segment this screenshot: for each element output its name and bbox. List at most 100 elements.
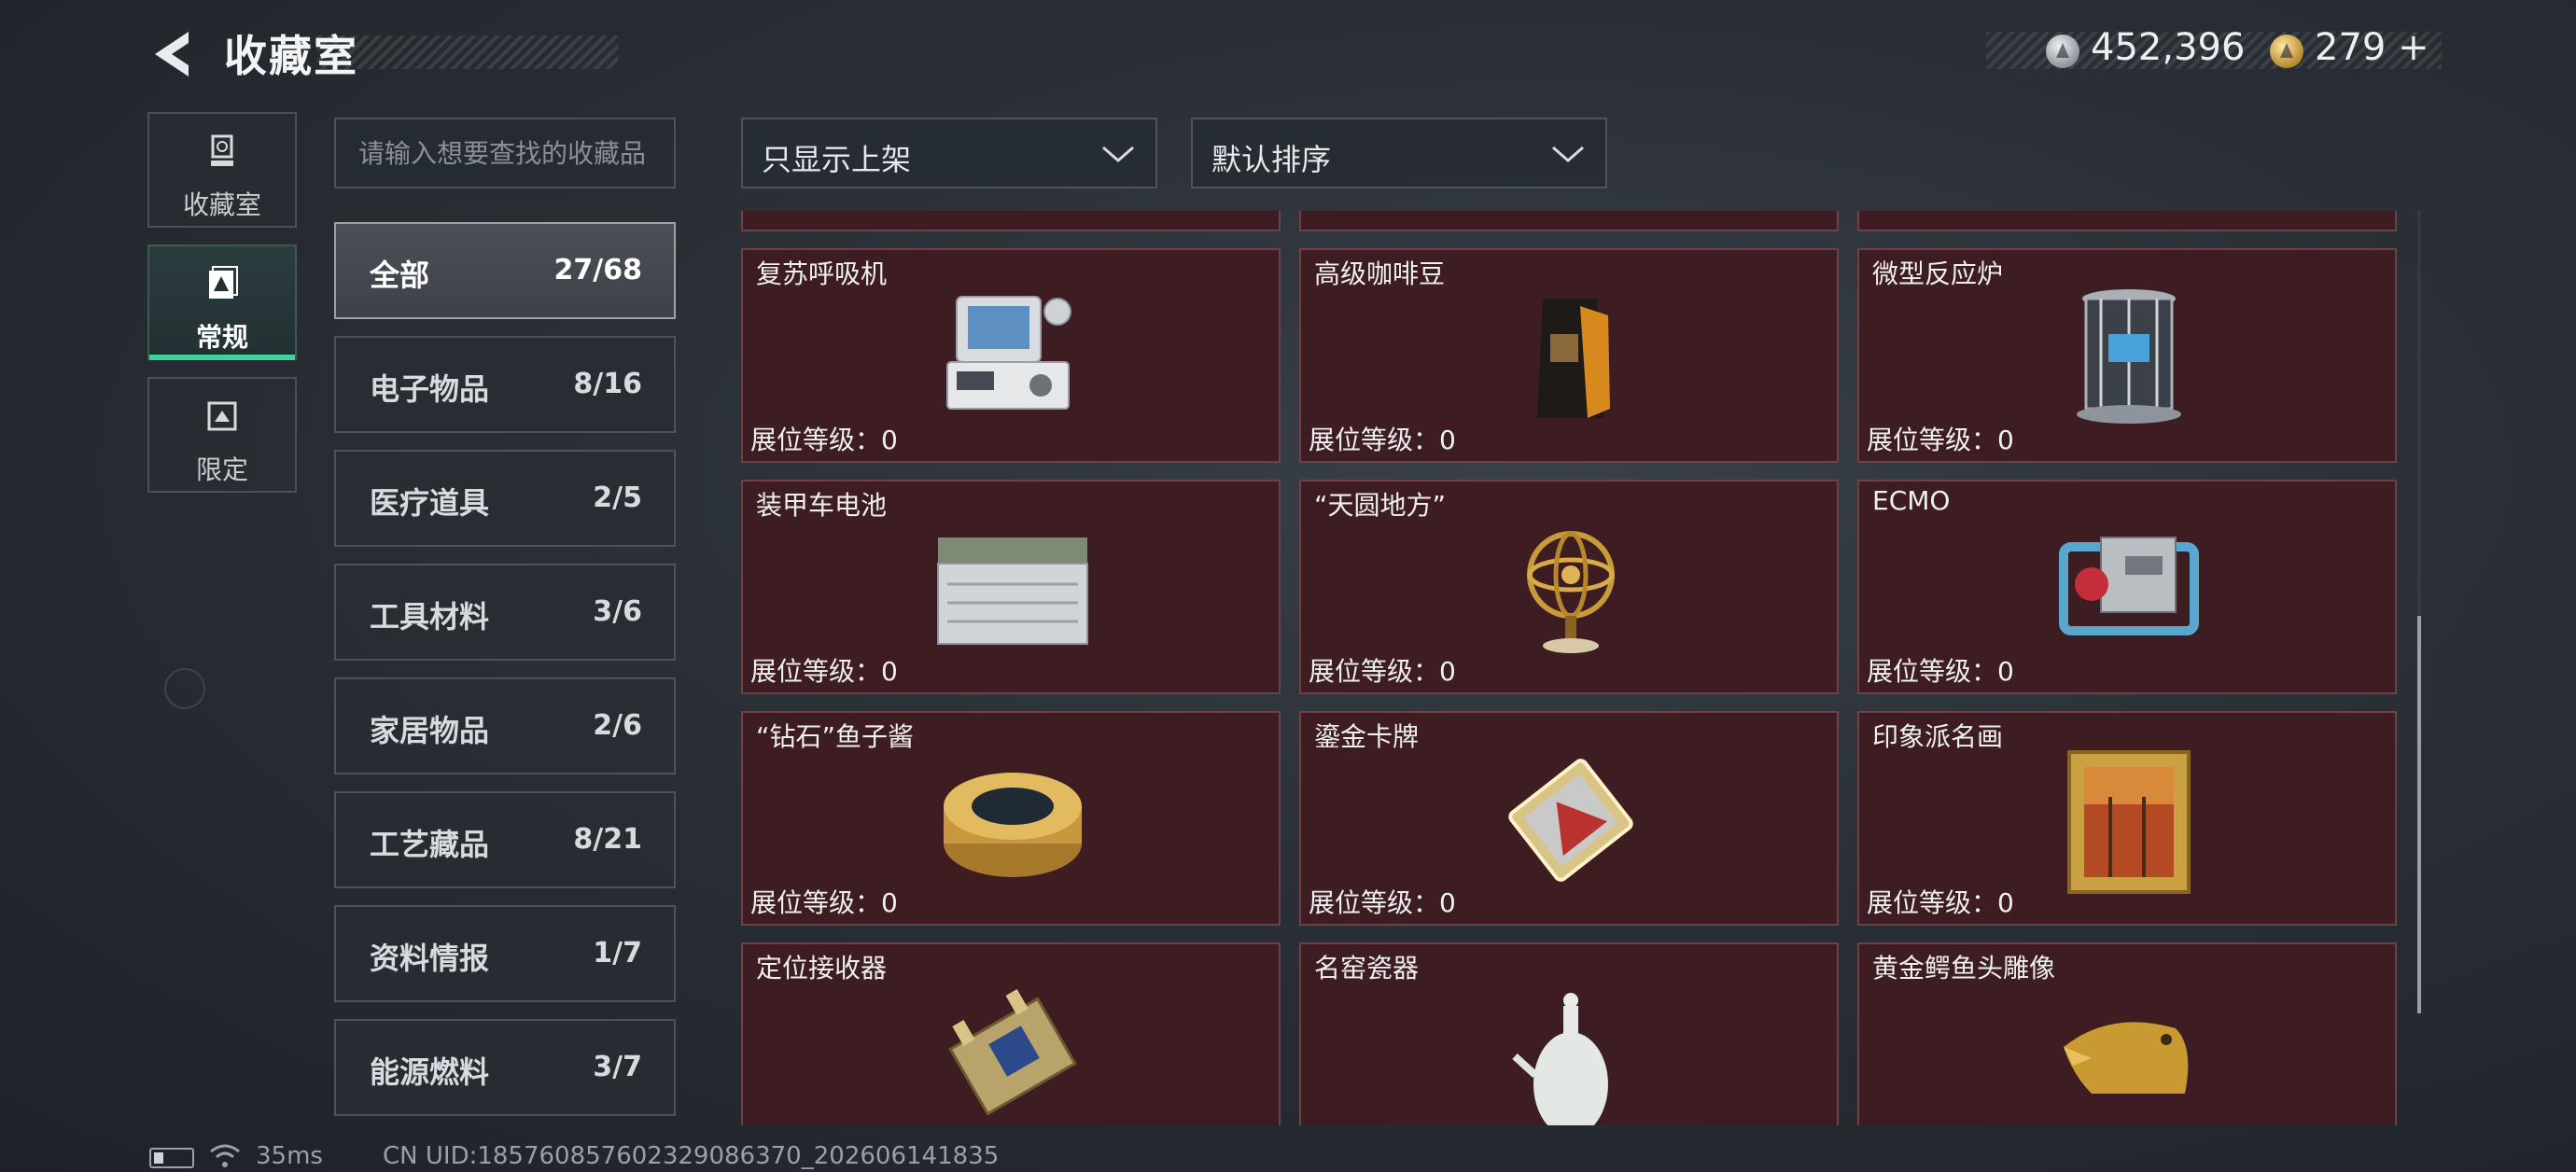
item-name: 黄金鳄鱼头雕像 (1872, 953, 2056, 984)
add-currency-icon[interactable]: + (2398, 26, 2429, 69)
top-bar: 收藏室 452,396 279 + (0, 0, 2576, 103)
battery-icon (149, 1148, 194, 1168)
collection-card-partial[interactable] (1299, 211, 1839, 231)
painting-icon (2067, 750, 2191, 894)
collection-card-caviar[interactable]: “钻石”鱼子酱 展位等级：0 (741, 711, 1281, 926)
category-name: 全部 (370, 258, 430, 293)
category-count: 3/6 (593, 595, 642, 628)
porcelain-vase-icon (1512, 993, 1608, 1125)
category-count: 2/6 (593, 709, 642, 742)
grid-scrollbar-thumb[interactable] (2417, 616, 2421, 1013)
shelf-filter-value: 只显示上架 (762, 142, 912, 177)
item-name: 微型反应炉 (1872, 258, 2004, 289)
collection-grid[interactable]: 复苏呼吸机 展位等级：0 高级咖啡豆 展位等级：0 微型反应炉 展位等级：0 装… (739, 211, 2419, 1125)
display-level: 展位等级：0 (750, 656, 898, 687)
sort-value: 默认排序 (1211, 142, 1332, 177)
sort-dropdown[interactable]: 默认排序 (1191, 118, 1607, 188)
search-box[interactable] (334, 118, 676, 188)
item-name: 复苏呼吸机 (756, 258, 888, 289)
search-input[interactable] (336, 119, 674, 187)
gold-card-icon (1508, 759, 1633, 882)
chevron-down-icon (1552, 146, 1584, 162)
collection-card-armillary[interactable]: “天圆地方” 展位等级：0 (1299, 480, 1839, 694)
armillary-sphere-icon (1527, 531, 1615, 653)
trophy-icon (211, 134, 233, 166)
rail-label: 常规 (195, 322, 248, 353)
collection-card-partial[interactable] (1857, 211, 2397, 231)
item-name: 鎏金卡牌 (1314, 721, 1420, 752)
crocodile-statue-icon (2064, 1022, 2189, 1094)
category-name: 工艺藏品 (370, 827, 490, 862)
item-name: ECMO (1872, 485, 1951, 516)
rail-label: 限定 (195, 454, 248, 485)
collection-card-croc-statue[interactable]: 黄金鳄鱼头雕像 (1857, 942, 2397, 1125)
decorative-ring (164, 668, 205, 709)
category-name: 医疗道具 (370, 485, 490, 521)
collection-card-partial[interactable] (741, 211, 1281, 231)
category-name: 工具材料 (370, 599, 490, 635)
item-name: 装甲车电池 (756, 490, 888, 521)
user-uid: CN UID:1857608576023290863​70_2026061418… (383, 1142, 1000, 1170)
rail-tab-limited[interactable]: 限定 (147, 377, 297, 493)
back-arrow-icon[interactable] (147, 26, 203, 82)
battery-icon (937, 537, 1088, 645)
item-name: 名窑瓷器 (1314, 953, 1420, 984)
category-intel[interactable]: 资料情报 1/7 (334, 905, 676, 1002)
page-title: 收藏室 (224, 31, 358, 81)
wifi-icon (210, 1144, 240, 1167)
item-name: 印象派名画 (1872, 721, 2004, 752)
category-count: 27/68 (553, 254, 642, 286)
reactor-icon (2077, 289, 2181, 424)
ventilator-icon (946, 296, 1071, 410)
rail-tab-collection-room[interactable]: 收藏室 (147, 112, 297, 228)
collection-card-ventilator[interactable]: 复苏呼吸机 展位等级：0 (741, 248, 1281, 463)
display-level: 展位等级：0 (1309, 656, 1456, 687)
coffee-bag-icon (1537, 299, 1610, 418)
collection-card-ecmo[interactable]: ECMO 展位等级：0 (1857, 480, 2397, 694)
category-household[interactable]: 家居物品 2/6 (334, 677, 676, 774)
category-all[interactable]: 全部 27/68 (334, 222, 676, 319)
category-tools[interactable]: 工具材料 3/6 (334, 564, 676, 661)
gold-coin-icon (2270, 35, 2303, 68)
collection-card-coffee[interactable]: 高级咖啡豆 展位等级：0 (1299, 248, 1839, 463)
chevron-down-icon (1102, 146, 1134, 162)
gps-receiver-icon (948, 989, 1077, 1116)
rail-label: 收藏室 (182, 189, 261, 220)
display-level: 展位等级：0 (750, 887, 898, 918)
title-decoration (317, 35, 618, 69)
active-indicator (149, 355, 295, 360)
collection-card-painting[interactable]: 印象派名画 展位等级：0 (1857, 711, 2397, 926)
category-count: 8/16 (573, 368, 642, 400)
collection-card-reactor[interactable]: 微型反应炉 展位等级：0 (1857, 248, 2397, 463)
item-name: 高级咖啡豆 (1314, 258, 1446, 289)
item-name: “天圆地方” (1314, 490, 1447, 521)
collection-card-gilded-card[interactable]: 鎏金卡牌 展位等级：0 (1299, 711, 1839, 926)
display-level: 展位等级：0 (1867, 425, 2014, 455)
shelf-filter-dropdown[interactable]: 只显示上架 (741, 118, 1157, 188)
ecmo-icon (2059, 537, 2199, 635)
display-level: 展位等级：0 (1867, 656, 2014, 687)
category-electronics[interactable]: 电子物品 8/16 (334, 336, 676, 433)
gold-currency-value[interactable]: 279 + (2315, 26, 2429, 69)
category-count: 8/21 (573, 823, 642, 856)
display-level: 展位等级：0 (1309, 425, 1456, 455)
rail-tab-regular[interactable]: 常规 (147, 244, 297, 360)
category-name: 电子物品 (370, 371, 490, 407)
category-medical[interactable]: 医疗道具 2/5 (334, 450, 676, 547)
category-count: 1/7 (593, 937, 642, 970)
category-name: 资料情报 (370, 941, 490, 976)
category-crafts[interactable]: 工艺藏品 8/21 (334, 791, 676, 888)
display-level: 展位等级：0 (750, 425, 898, 455)
caviar-tin-icon (944, 773, 1082, 877)
item-name: “钻石”鱼子酱 (756, 721, 915, 752)
item-name: 定位接收器 (756, 953, 888, 984)
display-level: 展位等级：0 (1309, 887, 1456, 918)
collection-card-gps-receiver[interactable]: 定位接收器 (741, 942, 1281, 1125)
collection-card-porcelain[interactable]: 名窑瓷器 (1299, 942, 1839, 1125)
network-ping: 35ms (256, 1142, 323, 1170)
category-name: 家居物品 (370, 713, 490, 748)
card-icon (209, 266, 238, 299)
limited-icon (207, 401, 237, 431)
category-energy[interactable]: 能源燃料 3/7 (334, 1019, 676, 1116)
collection-card-armored-battery[interactable]: 装甲车电池 展位等级：0 (741, 480, 1281, 694)
